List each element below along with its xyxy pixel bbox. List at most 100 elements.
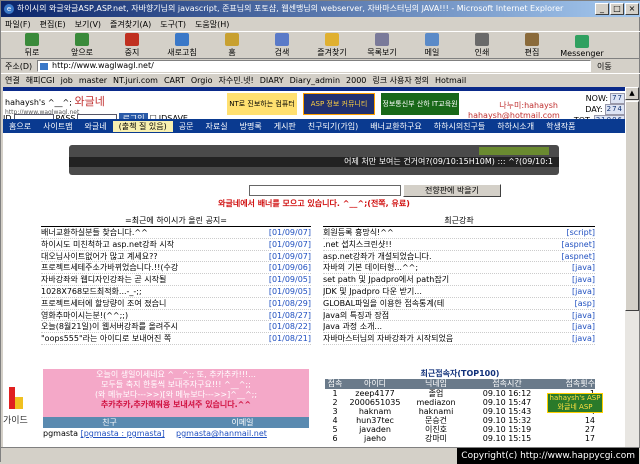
maximize-icon[interactable]: □ [610, 3, 624, 15]
link-item[interactable]: 자수민.넷! [219, 75, 254, 86]
go-button[interactable]: 이동 [597, 61, 612, 72]
lecture-row[interactable]: Java의 특징과 장점 [java] [323, 310, 595, 322]
notice-row[interactable]: 1028X768모드최적화...-_-;; [01/09/05] [41, 286, 311, 298]
notice-row[interactable]: 프로젝트세테주소가바뀌었습니다.!!(수강 [01/09/06] [41, 262, 311, 275]
recent-cell[interactable]: javaden [345, 425, 405, 434]
toolbar-button-7[interactable]: 목록보기 [357, 32, 407, 58]
link-item[interactable]: Orgio [191, 76, 213, 85]
scroll-thumb[interactable] [625, 101, 639, 311]
nav-item[interactable]: 사이트맵 [37, 121, 78, 132]
lecture-link[interactable]: set path 및 Jpadpro에서 path잡기 [323, 274, 449, 285]
link-item[interactable]: 2000 [346, 76, 366, 85]
recent-cell[interactable]: hun37tec [345, 416, 405, 425]
menu-help[interactable]: 도움말(H) [195, 19, 229, 30]
link-item[interactable]: NT.juri.com [113, 76, 158, 85]
recent-cell[interactable]: 2000651035 [345, 398, 405, 407]
notice-row[interactable]: 오늘(8월21일)이 웹서버강좌를 올려주시 [01/08/22] [41, 321, 311, 334]
link-item[interactable]: 해피CGI [26, 75, 55, 86]
scroll-up-icon[interactable]: ▲ [625, 87, 639, 100]
banner-ad-2[interactable]: ASP 정보 커뮤니티 [303, 93, 375, 115]
notice-row[interactable]: 영화추마이시는분!(^^;;) [01/08/27] [41, 310, 311, 322]
lecture-row[interactable]: .net 셥치스크린샷!! [aspnet] [323, 239, 595, 251]
lecture-row[interactable]: 자바마스터님의 자바강좌가 시작되었음 [java] [323, 333, 595, 345]
menu-view[interactable]: 보기(V) [75, 19, 101, 30]
banner-url-input[interactable] [249, 185, 401, 196]
lecture-row[interactable]: set path 및 Jpadpro에서 path잡기 [java] [323, 274, 595, 286]
recent-cell[interactable]: jaeho [345, 434, 405, 443]
lecture-row[interactable]: 회원등록 흉망식!^^ [script] [323, 227, 595, 239]
notice-link[interactable]: 대오님사이트없어가 많고 계세요?? [41, 251, 158, 262]
toolbar-button-9[interactable]: 인쇄 [457, 32, 507, 58]
nav-item[interactable]: 학생작품 [540, 121, 581, 132]
lecture-link[interactable]: 회원등록 흉망식!^^ [323, 227, 394, 238]
link-item[interactable]: 링크 사용자 정의 [372, 75, 429, 86]
notice-link[interactable]: 영화추마이시는분!(^^;;) [41, 310, 128, 321]
lecture-row[interactable]: 자바의 기본 데이터형...^^; [java] [323, 262, 595, 275]
toolbar-button-8[interactable]: 메일 [407, 32, 457, 58]
notice-link[interactable]: 자바강좌와 웹디자인강좌는 곧 시작될 [41, 274, 166, 285]
nav-item[interactable]: 공문 [173, 121, 200, 132]
nav-item[interactable]: 와글네 [79, 121, 113, 132]
link-item[interactable]: DIARY [260, 76, 284, 85]
link-item[interactable]: master [79, 76, 107, 85]
notice-row[interactable]: "oops555"라는 아이디로 보내어진 쪽 [01/08/21] [41, 333, 311, 345]
notice-row[interactable]: 자바강좌와 웹디자인강좌는 곧 시작될 [01/09/05] [41, 274, 311, 286]
menu-file[interactable]: 파일(F) [5, 19, 31, 30]
lecture-link[interactable]: asp.net강좌가 개설되었습니다. [323, 251, 432, 262]
notice-row[interactable]: 대오님사이트없어가 많고 계세요?? [01/09/07] [41, 251, 311, 263]
close-icon[interactable]: × [625, 3, 639, 15]
toolbar-button-4[interactable]: 홈 [207, 32, 257, 58]
nav-item[interactable]: 게시판 [268, 121, 302, 132]
lecture-link[interactable]: GLOBAL파일을 이용한 접속통계(테 [323, 298, 444, 309]
menu-favorites[interactable]: 즐겨찾기(A) [110, 19, 151, 30]
banner-ad-3[interactable]: 정보통신부 산하 IT교육원 [381, 93, 459, 115]
lecture-row[interactable]: JDK 및 Jpadpro 다운 받기... [java] [323, 286, 595, 298]
link-item[interactable]: Hotmail [435, 76, 466, 85]
minimize-icon[interactable]: _ [595, 3, 609, 15]
notice-link[interactable]: 하이시도 미친척하고 asp.net강좌 시작 [41, 239, 174, 250]
nav-item[interactable]: 하하시의친구들 [428, 121, 492, 132]
lecture-row[interactable]: Java 과정 소개... [java] [323, 321, 595, 334]
lecture-link[interactable]: .net 셥치스크린샷!! [323, 239, 392, 250]
toolbar-button-0[interactable]: 뒤로 [7, 32, 57, 58]
lecture-link[interactable]: 자바마스터님의 자바강좌가 시작되었음 [323, 333, 453, 344]
address-input[interactable]: http://www.waglwagl.net/ [37, 60, 591, 72]
nav-item[interactable]: (출첵 질 있음) [112, 120, 173, 132]
nav-item[interactable]: 방명록 [234, 121, 268, 132]
banner-submit-button[interactable]: 전향판에 박을기 [403, 184, 501, 197]
link-item[interactable]: job [61, 76, 73, 85]
lecture-link[interactable]: 자바의 기본 데이터형...^^; [323, 262, 418, 273]
notice-row[interactable]: 하이시도 미친척하고 asp.net강좌 시작 [01/09/07] [41, 239, 311, 251]
link-item[interactable]: CART [164, 76, 185, 85]
notice-row[interactable]: 배너교환하실분들 찾습니다.^^ [01/09/07] [41, 227, 311, 239]
toolbar-button-3[interactable]: 새로고침 [157, 32, 207, 58]
notice-link[interactable]: "oops555"라는 아이디로 보내어진 쪽 [41, 333, 171, 344]
toolbar-button-11[interactable]: Messenger [557, 32, 607, 58]
menu-tools[interactable]: 도구(T) [160, 19, 186, 30]
site-badge[interactable]: hahaysh's ASP 와글네 ASP [547, 393, 603, 413]
toolbar-button-2[interactable]: 중지 [107, 32, 157, 58]
friend-email-link[interactable]: pgmasta@hanmail.net [176, 429, 309, 438]
recent-cell[interactable]: zeep4177 [345, 389, 405, 398]
toolbar-button-5[interactable]: 검색 [257, 32, 307, 58]
toolbar-button-10[interactable]: 편집 [507, 32, 557, 58]
nav-item[interactable]: 하하시소개 [491, 121, 540, 132]
nav-item[interactable]: 배너교환하구요 [364, 121, 428, 132]
lecture-link[interactable]: Java의 특징과 장점 [323, 310, 389, 321]
friend-link[interactable]: [pgmasta : pgmasta] [81, 429, 165, 438]
notice-link[interactable]: 1028X768모드최적화...-_-;; [41, 286, 142, 297]
link-item[interactable]: Diary_admin [290, 76, 340, 85]
nav-item[interactable]: 친구되기(가입) [302, 121, 364, 132]
lecture-row[interactable]: asp.net강좌가 개설되었습니다. [aspnet] [323, 251, 595, 263]
notice-row[interactable]: 프로젝트세터에 할당량이 조여 졌습니 [01/08/29] [41, 298, 311, 310]
recent-cell[interactable]: haknam [345, 407, 405, 416]
lecture-link[interactable]: JDK 및 Jpadpro 다운 받기... [323, 286, 422, 297]
nav-item[interactable]: 자료실 [200, 121, 234, 132]
lecture-row[interactable]: GLOBAL파일을 이용한 접속통계(테 [asp] [323, 298, 595, 310]
notice-link[interactable]: 프로젝트세테주소가바뀌었습니다.!!(수강 [41, 262, 178, 273]
notice-link[interactable]: 오늘(8월21일)이 웹서버강좌를 올려주시 [41, 321, 178, 332]
toolbar-button-1[interactable]: 앞으로 [57, 32, 107, 58]
vertical-scrollbar[interactable]: ▲ [625, 87, 639, 447]
toolbar-button-6[interactable]: 즐겨찾기 [307, 32, 357, 58]
notice-link[interactable]: 배너교환하실분들 찾습니다.^^ [41, 227, 148, 238]
